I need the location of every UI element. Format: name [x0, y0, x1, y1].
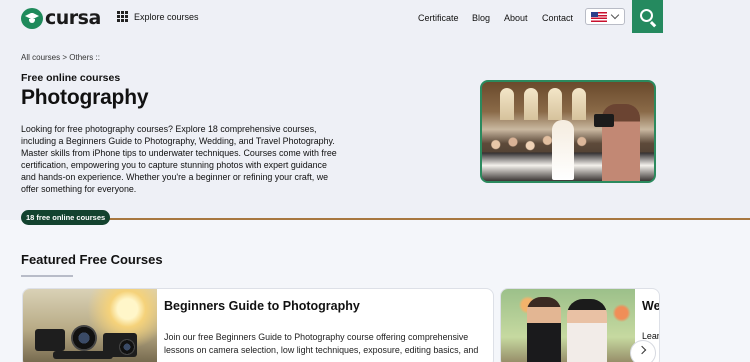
search-button[interactable]	[632, 0, 663, 33]
explore-courses-label: Explore courses	[134, 11, 199, 22]
course-card-title[interactable]: We	[642, 299, 659, 313]
chevron-right-icon	[637, 345, 646, 355]
course-card-image	[23, 289, 157, 362]
hero-image	[480, 80, 656, 183]
page-title: Photography	[21, 86, 149, 109]
course-card-image	[501, 289, 635, 362]
hero-description: Looking for free photography courses? Ex…	[21, 124, 337, 194]
search-icon	[639, 8, 653, 22]
explore-courses-button[interactable]: Explore courses	[117, 11, 199, 22]
featured-title: Featured Free Courses	[21, 252, 163, 267]
course-card-title[interactable]: Beginners Guide to Photography	[164, 299, 360, 313]
section-divider	[30, 218, 750, 220]
grid-icon	[117, 11, 128, 22]
nav-about[interactable]: About	[504, 13, 528, 23]
course-card-description: Join our free Beginners Guide to Photogr…	[164, 332, 479, 355]
graduation-cap-icon	[21, 7, 43, 29]
course-count-badge: 18 free online courses	[21, 210, 111, 225]
chevron-down-icon	[610, 10, 620, 20]
breadcrumb[interactable]: All courses > Others ::	[21, 53, 100, 62]
cursa-logo[interactable]: cursa	[21, 7, 101, 29]
nav-contact[interactable]: Contact	[542, 13, 573, 23]
hero-eyebrow: Free online courses	[21, 72, 121, 84]
carousel-next-button[interactable]	[630, 340, 656, 362]
language-select[interactable]	[585, 8, 625, 25]
us-flag-icon	[591, 11, 607, 22]
nav-certificate[interactable]: Certificate	[418, 13, 459, 23]
nav-blog[interactable]: Blog	[472, 13, 490, 23]
logo-text: cursa	[45, 7, 101, 29]
site-header: cursa Explore courses Certificate Blog A…	[0, 0, 750, 36]
featured-underline	[21, 275, 73, 277]
course-card[interactable]: Beginners Guide to Photography Join our …	[22, 288, 494, 362]
